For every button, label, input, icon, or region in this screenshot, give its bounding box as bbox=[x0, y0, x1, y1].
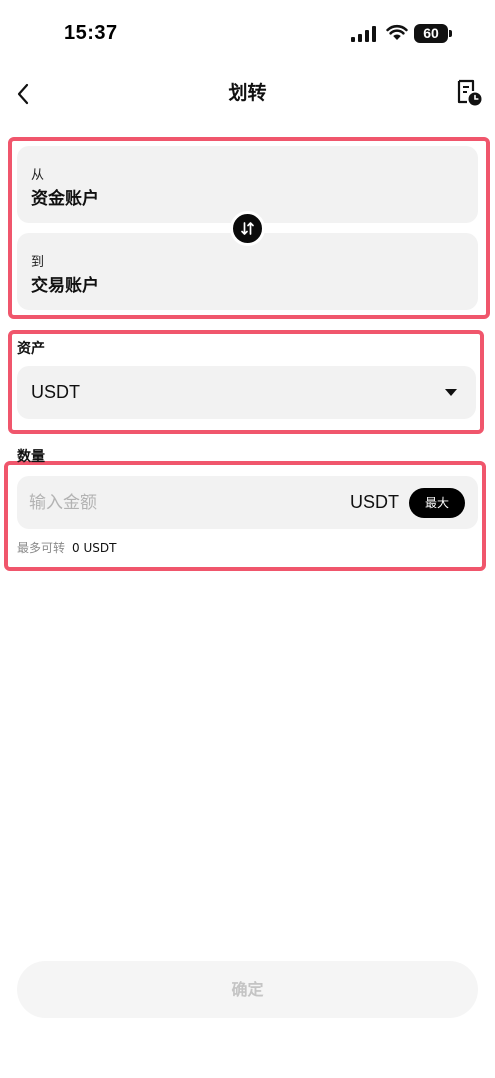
swap-arrows-icon bbox=[241, 222, 254, 235]
wifi-icon bbox=[386, 24, 408, 40]
chevron-left-icon bbox=[17, 83, 29, 105]
max-button[interactable]: 最大 bbox=[409, 488, 465, 518]
from-account-value: 资金账户 bbox=[31, 189, 99, 209]
back-button[interactable] bbox=[8, 76, 38, 112]
to-label: 到 bbox=[31, 255, 45, 270]
amount-unit: USDT bbox=[350, 492, 399, 512]
status-bar: 15:37 60 bbox=[0, 0, 495, 62]
history-button[interactable] bbox=[454, 78, 484, 108]
asset-selected-value: USDT bbox=[31, 382, 80, 402]
status-time: 15:37 bbox=[64, 22, 118, 44]
confirm-button[interactable]: 确定 bbox=[17, 961, 478, 1018]
to-account-value: 交易账户 bbox=[31, 276, 99, 296]
swap-button[interactable] bbox=[230, 211, 265, 246]
history-icon bbox=[457, 79, 482, 106]
max-transfer-value: 0 USDT bbox=[72, 541, 117, 555]
amount-label: 数量 bbox=[17, 449, 45, 465]
amount-field: USDT 最大 bbox=[17, 476, 478, 529]
asset-label: 资产 bbox=[17, 341, 45, 357]
max-transfer-info: 最多可转 0 USDT bbox=[17, 539, 116, 556]
caret-down-icon bbox=[445, 389, 457, 396]
signal-icon bbox=[351, 26, 376, 42]
max-transfer-label: 最多可转 bbox=[17, 541, 66, 555]
amount-input[interactable] bbox=[29, 486, 329, 519]
page-title: 划转 bbox=[228, 82, 267, 104]
asset-select[interactable]: USDT bbox=[17, 366, 476, 419]
nav-bar: 划转 bbox=[0, 66, 495, 122]
battery-icon: 60 bbox=[414, 24, 452, 43]
from-label: 从 bbox=[31, 168, 45, 183]
battery-level: 60 bbox=[423, 25, 439, 41]
